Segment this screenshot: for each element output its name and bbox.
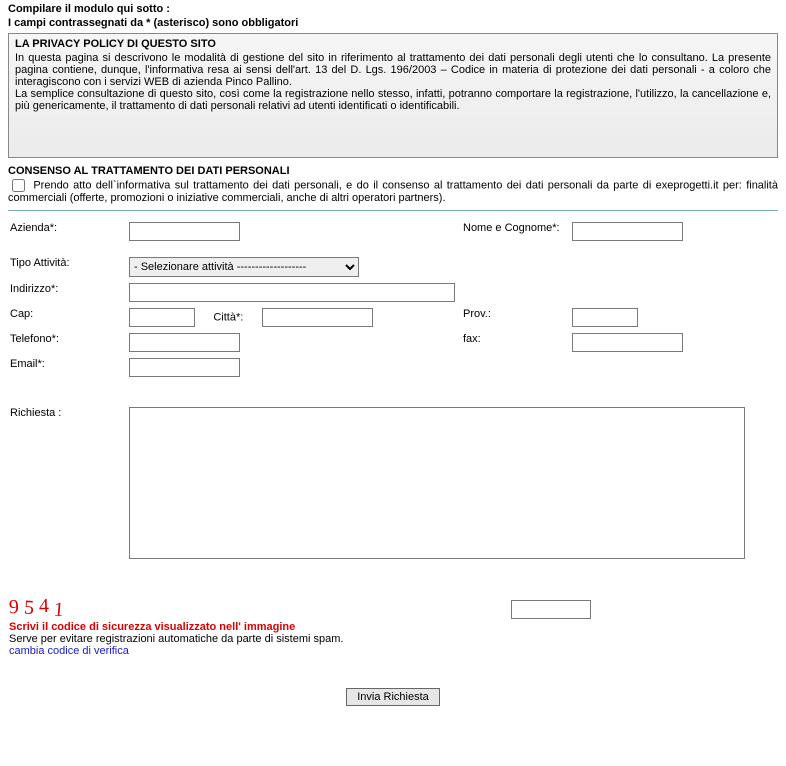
consent-title: CONSENSO AL TRATTAMENTO DEI DATI PERSONA… <box>8 165 778 177</box>
input-nome-cognome[interactable] <box>572 222 683 241</box>
privacy-body: In questa pagina si descrivono le modali… <box>15 52 771 112</box>
label-richiesta: Richiesta : <box>8 404 127 565</box>
input-captcha[interactable] <box>511 600 591 619</box>
input-citta[interactable] <box>262 308 373 327</box>
label-azienda: Azienda*: <box>8 219 127 244</box>
privacy-title: LA PRIVACY POLICY DI QUESTO SITO <box>15 38 771 50</box>
label-tipo: Tipo Attività: <box>8 254 127 280</box>
label-prov: Prov.: <box>461 305 570 330</box>
form-table: Azienda*: Nome e Cognome*: Tipo Attività… <box>8 219 778 565</box>
label-telefono: Telefono*: <box>8 330 127 355</box>
select-tipo-attivita[interactable]: - Selezionare attività -----------------… <box>129 257 359 277</box>
captcha-change-link[interactable]: cambia codice di verifica <box>9 645 129 657</box>
textarea-richiesta[interactable] <box>129 407 745 559</box>
label-nome: Nome e Cognome*: <box>461 219 570 244</box>
label-cap: Cap: <box>8 305 127 330</box>
captcha-help: Serve per evitare registrazioni automati… <box>9 633 499 645</box>
submit-button[interactable]: Invia Richiesta <box>346 688 440 706</box>
input-telefono[interactable] <box>129 333 240 352</box>
label-indirizzo: Indirizzo*: <box>8 280 127 305</box>
input-cap[interactable] <box>129 308 195 327</box>
input-fax[interactable] <box>572 333 683 352</box>
input-indirizzo[interactable] <box>129 283 455 302</box>
consent-checkbox[interactable] <box>12 179 25 192</box>
separator <box>8 210 778 211</box>
captcha-label: Scrivi il codice di sicurezza visualizza… <box>9 621 499 633</box>
privacy-policy-box[interactable]: LA PRIVACY POLICY DI QUESTO SITO In ques… <box>8 33 778 158</box>
consent-text: Prendo atto dell`informativa sul trattam… <box>8 179 778 204</box>
label-email: Email*: <box>8 355 127 380</box>
label-fax: fax: <box>461 330 570 355</box>
label-citta: Città*: <box>213 312 243 324</box>
form-header-line2: I campi contrassegnati da * (asterisco) … <box>8 17 778 29</box>
captcha-image: 9541 <box>9 596 509 619</box>
input-email[interactable] <box>129 358 240 377</box>
input-prov[interactable] <box>572 308 638 327</box>
input-azienda[interactable] <box>129 222 240 241</box>
form-header-line1: Compilare il modulo qui sotto : <box>8 3 778 15</box>
